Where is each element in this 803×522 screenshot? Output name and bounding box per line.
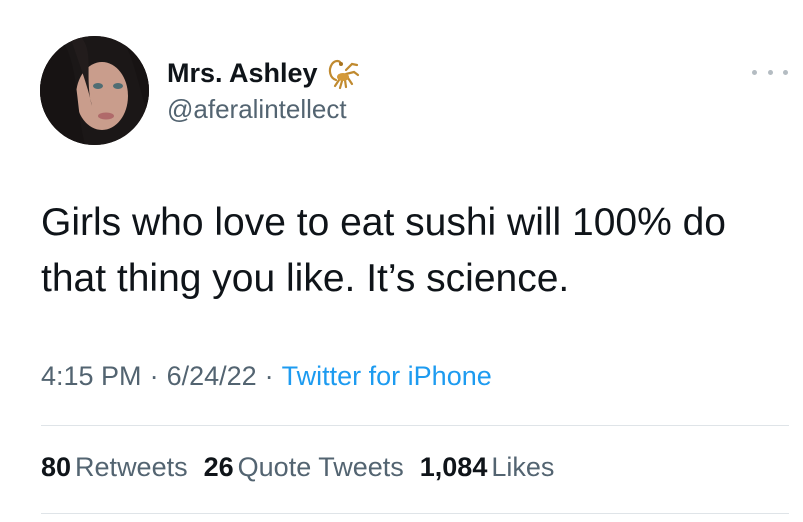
meta-separator: · [264, 361, 274, 391]
quote-tweets-stat[interactable]: 26 Quote Tweets [204, 452, 404, 483]
likes-label: Likes [491, 452, 555, 482]
tweet-stats: 80 Retweets 26 Quote Tweets 1,084 Likes [41, 452, 570, 483]
quote-tweets-count: 26 [203, 452, 234, 482]
tweet-source-link[interactable]: Twitter for iPhone [282, 361, 492, 391]
divider [41, 425, 789, 426]
tweet-text: Girls who love to eat sushi will 100% do… [41, 201, 726, 300]
meta-separator: · [149, 361, 159, 391]
tweet-meta: 4:15 PM · 6/24/22 · Twitter for iPhone [41, 361, 492, 392]
likes-stat[interactable]: 1,084 Likes [420, 452, 555, 483]
author-name-row: Mrs. Ashley [167, 56, 362, 90]
likes-count: 1,084 [419, 452, 488, 482]
tweet-date[interactable]: 6/24/22 [167, 361, 257, 391]
scorpion-icon [324, 56, 362, 90]
retweets-stat[interactable]: 80 Retweets [41, 452, 188, 483]
retweets-label: Retweets [75, 452, 188, 482]
retweets-count: 80 [41, 452, 72, 482]
more-options-icon[interactable] [752, 62, 788, 82]
divider [41, 513, 789, 514]
more-dot [767, 69, 773, 75]
tweet-time[interactable]: 4:15 PM [41, 361, 142, 391]
display-name[interactable]: Mrs. Ashley [167, 58, 318, 89]
more-dot [752, 69, 757, 75]
quote-tweets-label: Quote Tweets [237, 452, 404, 482]
more-dot [783, 69, 788, 75]
author-handle[interactable]: @aferalintellect [167, 94, 347, 125]
avatar[interactable] [40, 36, 149, 145]
tweet-card: Mrs. Ashley @aferalintellect Girls who l… [0, 0, 803, 522]
